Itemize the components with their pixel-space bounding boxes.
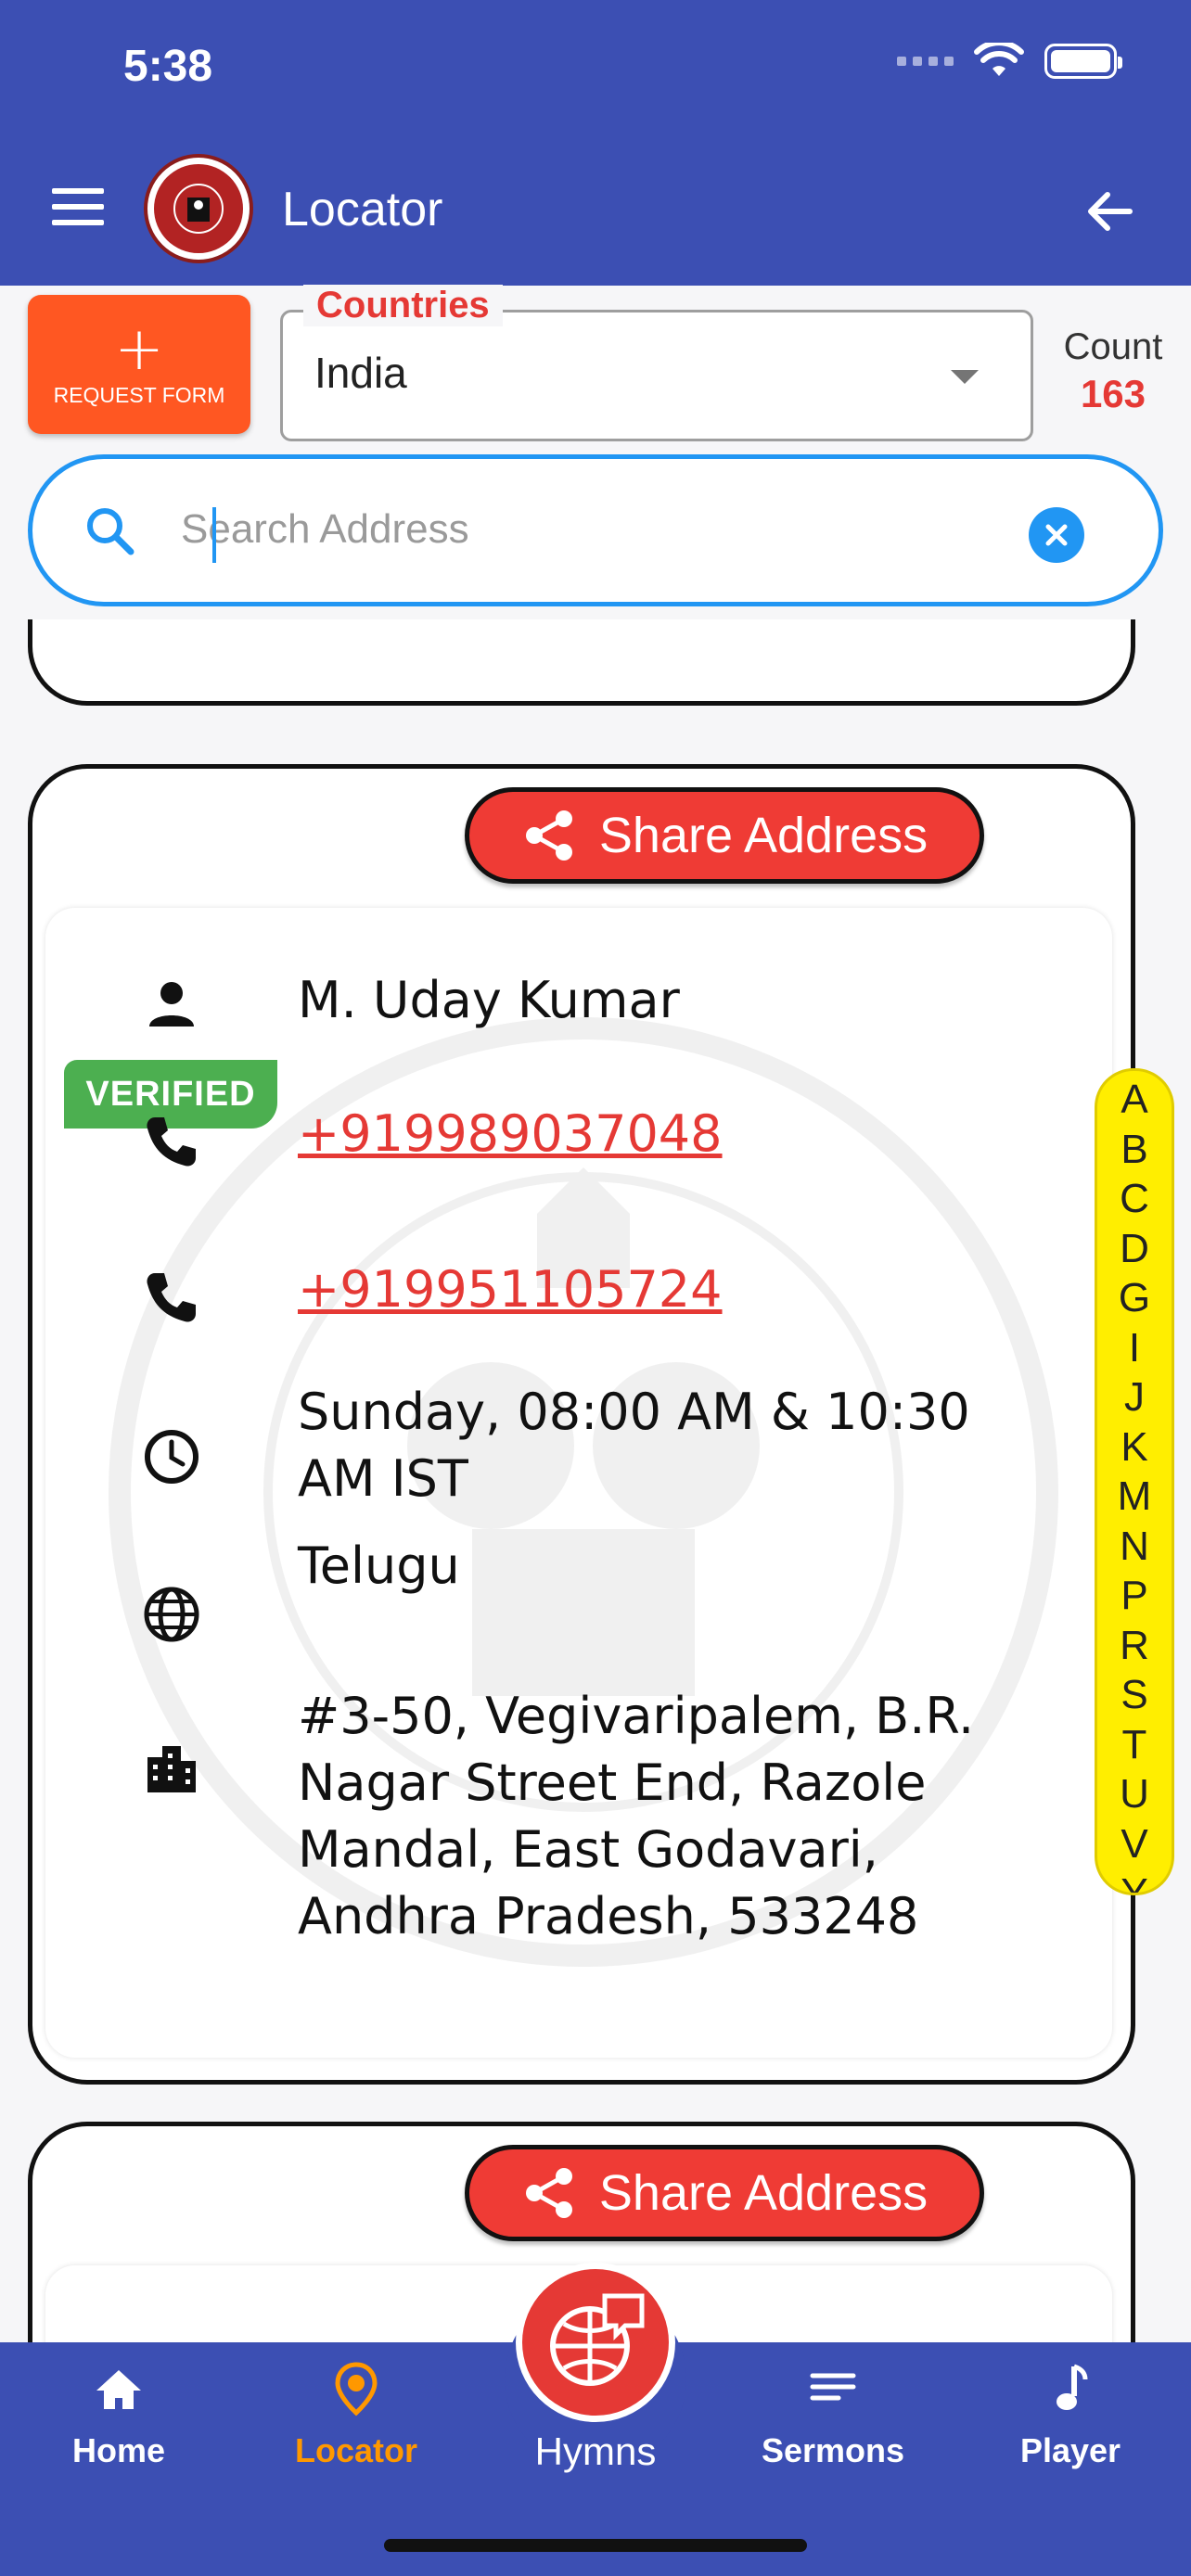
hymns-icon-circle bbox=[522, 2269, 669, 2416]
sermons-lines-icon bbox=[810, 2373, 856, 2401]
nav-locator[interactable]: Locator bbox=[263, 2361, 449, 2470]
battery-icon bbox=[1044, 44, 1122, 79]
alpha-letter[interactable]: K bbox=[1121, 1422, 1147, 1473]
share-address-button[interactable]: Share Address bbox=[465, 2145, 984, 2241]
nav-hymns-label: Hymns bbox=[534, 2429, 657, 2473]
phone-icon bbox=[147, 1117, 196, 1167]
location-card: Share Address VERIFIED M. Uday Kumar +91… bbox=[28, 764, 1135, 2085]
address: #3-50, Vegivaripalem, B.R. Nagar Street … bbox=[298, 1687, 975, 1945]
service-time-row: Sunday, 08:00 AM & 10:30 AM IST bbox=[45, 1379, 1066, 1518]
logo-emblem bbox=[154, 164, 243, 253]
close-icon bbox=[1045, 524, 1068, 546]
back-arrow-icon[interactable] bbox=[1080, 182, 1139, 241]
nav-home[interactable]: Home bbox=[26, 2361, 211, 2470]
nav-hymns-button[interactable] bbox=[516, 2263, 675, 2422]
nav-player-label: Player bbox=[1019, 2431, 1121, 2469]
count-label: Count bbox=[1063, 326, 1163, 367]
clock-icon bbox=[145, 1430, 198, 1484]
service-time: Sunday, 08:00 AM & 10:30 AM IST bbox=[298, 1383, 970, 1508]
contact-name-row: M. Uday Kumar bbox=[45, 967, 1066, 1041]
alpha-letter[interactable]: G bbox=[1119, 1273, 1150, 1323]
alpha-letter[interactable]: V bbox=[1121, 1819, 1147, 1869]
request-form-button[interactable]: + REQUEST FORM bbox=[28, 295, 250, 434]
home-indicator bbox=[384, 2539, 807, 2552]
alpha-letter[interactable]: B bbox=[1121, 1125, 1147, 1175]
location-details-panel: VERIFIED M. Uday Kumar +919989037048 +91 bbox=[45, 908, 1112, 2058]
nav-player[interactable]: Player bbox=[978, 2361, 1163, 2470]
chevron-down-icon bbox=[951, 370, 979, 384]
country-selected-value: India bbox=[314, 349, 407, 397]
nav-sermons[interactable]: Sermons bbox=[740, 2361, 926, 2470]
alpha-letter[interactable]: N bbox=[1120, 1522, 1149, 1572]
phone-row-1: +919989037048 bbox=[45, 1101, 1066, 1175]
church-logo bbox=[144, 154, 253, 263]
contact-name: M. Uday Kumar bbox=[298, 971, 680, 1029]
signal-icon bbox=[897, 57, 954, 66]
address-row: #3-50, Vegivaripalem, B.R. Nagar Street … bbox=[45, 1683, 1066, 1961]
nav-locator-label: Locator bbox=[294, 2431, 417, 2469]
countries-label: Countries bbox=[303, 285, 503, 326]
alpha-letter[interactable]: D bbox=[1120, 1224, 1149, 1274]
alpha-letter[interactable]: P bbox=[1121, 1571, 1147, 1621]
text-cursor bbox=[212, 507, 216, 563]
location-card-previous bbox=[28, 619, 1135, 706]
countries-dropdown[interactable]: Countries India bbox=[280, 285, 1033, 441]
person-icon bbox=[149, 982, 194, 1027]
globe-icon bbox=[144, 1587, 199, 1642]
request-form-label: REQUEST FORM bbox=[53, 382, 225, 407]
location-pin-icon bbox=[335, 2362, 378, 2417]
alpha-letter[interactable]: M bbox=[1118, 1472, 1152, 1522]
alpha-letter[interactable]: R bbox=[1120, 1621, 1149, 1671]
alphabet-index[interactable]: A B C D G I J K M N P R S T U V Y bbox=[1095, 1068, 1174, 1895]
plus-icon: + bbox=[114, 314, 164, 384]
language-row: Telugu bbox=[45, 1533, 1066, 1653]
home-icon bbox=[96, 2370, 141, 2409]
share-icon bbox=[525, 2168, 572, 2218]
menu-icon[interactable] bbox=[52, 188, 104, 225]
search-input[interactable] bbox=[181, 492, 1016, 567]
language: Telugu bbox=[298, 1537, 460, 1595]
globe-chat-icon bbox=[550, 2293, 645, 2386]
share-icon bbox=[525, 810, 572, 861]
alpha-letter[interactable]: S bbox=[1121, 1670, 1147, 1720]
phone-number-2[interactable]: +919951105724 bbox=[298, 1256, 1058, 1323]
page-title: Locator bbox=[282, 183, 443, 236]
phone-number-1[interactable]: +919989037048 bbox=[298, 1101, 1058, 1167]
nav-home-label: Home bbox=[71, 2431, 166, 2469]
search-bar bbox=[28, 454, 1163, 606]
status-icons bbox=[897, 43, 1122, 80]
count-value: 163 bbox=[1080, 372, 1146, 415]
alpha-letter[interactable]: T bbox=[1122, 1720, 1147, 1770]
phone-icon bbox=[147, 1273, 196, 1322]
app-header: 5:38 Locator bbox=[0, 0, 1191, 286]
share-address-label: Share Address bbox=[598, 2165, 928, 2221]
nav-sermons-label: Sermons bbox=[761, 2431, 905, 2469]
clear-search-button[interactable] bbox=[1029, 507, 1084, 563]
wifi-icon bbox=[974, 43, 1024, 76]
alpha-letter[interactable]: U bbox=[1120, 1769, 1149, 1819]
phone-row-2: +919951105724 bbox=[45, 1256, 1066, 1331]
alpha-letter[interactable]: Y bbox=[1121, 1868, 1147, 1893]
share-address-label: Share Address bbox=[598, 808, 928, 863]
music-note-icon bbox=[1057, 2364, 1088, 2410]
alpha-letter[interactable]: I bbox=[1129, 1323, 1140, 1373]
locator-list[interactable]: Share Address VERIFIED M. Uday Kumar +91… bbox=[0, 619, 1191, 2342]
alpha-letter[interactable]: A bbox=[1121, 1075, 1147, 1125]
count-display: Count 163 bbox=[1048, 326, 1178, 416]
building-icon bbox=[147, 1746, 196, 1792]
alpha-letter[interactable]: J bbox=[1124, 1372, 1145, 1422]
alpha-letter[interactable]: C bbox=[1120, 1174, 1149, 1224]
share-address-button[interactable]: Share Address bbox=[465, 787, 984, 884]
status-time: 5:38 bbox=[123, 42, 213, 91]
search-icon bbox=[87, 508, 134, 555]
